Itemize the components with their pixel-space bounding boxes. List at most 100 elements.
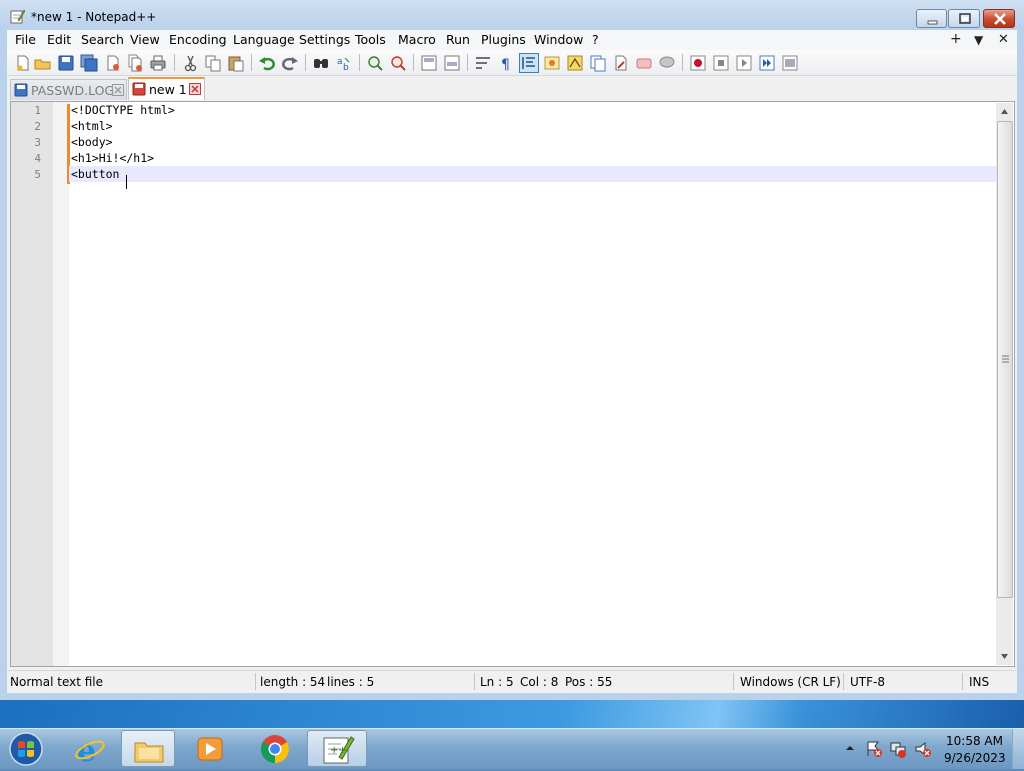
clock-date[interactable]: 9/26/2023 xyxy=(944,751,1006,765)
cut-button[interactable] xyxy=(180,53,200,73)
close-doc-button[interactable]: ✕ xyxy=(998,32,1009,47)
code-line[interactable]: <h1>Hi!</h1> xyxy=(69,150,997,166)
clock-time[interactable]: 10:58 AM xyxy=(946,734,1003,748)
toolbar-separator xyxy=(359,54,360,71)
save-all-button[interactable] xyxy=(79,53,99,73)
window-title: *new 1 - Notepad++ xyxy=(31,10,157,24)
new-tab-button[interactable]: + xyxy=(950,31,962,47)
paste-button[interactable] xyxy=(226,53,246,73)
word-wrap-button[interactable] xyxy=(473,53,493,73)
fold-margin[interactable] xyxy=(53,102,69,666)
code-line[interactable]: <body> xyxy=(69,134,997,150)
zoom-out-button[interactable] xyxy=(388,53,408,73)
tab-close-icon[interactable] xyxy=(189,83,201,95)
macro-play-button[interactable] xyxy=(734,53,754,73)
client-area: File Edit Search View Encoding Language … xyxy=(7,30,1017,693)
balloon-button[interactable] xyxy=(657,53,677,73)
menu-encoding[interactable]: Encoding xyxy=(169,32,227,48)
taskbar-chrome[interactable] xyxy=(248,730,302,767)
sync-scroll-v-icon xyxy=(421,55,437,71)
title-bar[interactable]: *new 1 - Notepad++ xyxy=(0,0,1024,32)
folder-workspace-button[interactable] xyxy=(611,53,631,73)
redo-button[interactable] xyxy=(280,53,300,73)
zoom-out-icon xyxy=(391,56,406,71)
menu-tools[interactable]: Tools xyxy=(355,32,386,48)
save-button[interactable] xyxy=(56,53,76,73)
macro-stop-button[interactable] xyxy=(711,53,731,73)
record-icon xyxy=(690,55,706,71)
scroll-down-icon[interactable] xyxy=(996,648,1013,665)
print-button[interactable] xyxy=(148,53,168,73)
action-center-icon[interactable] xyxy=(865,740,883,758)
udl-button[interactable] xyxy=(542,53,562,73)
close-all-button[interactable] xyxy=(125,53,145,73)
menu-language[interactable]: Language xyxy=(233,32,295,48)
show-desktop-button[interactable] xyxy=(1012,729,1024,769)
show-hidden-icons-icon[interactable] xyxy=(845,743,855,753)
windows-orb-icon xyxy=(9,732,43,766)
menu-search[interactable]: Search xyxy=(81,32,124,48)
menu-help[interactable]: ? xyxy=(592,32,599,48)
taskbar-internet-explorer[interactable]: e xyxy=(63,730,117,767)
menu-file[interactable]: File xyxy=(15,32,36,48)
maximize-button[interactable] xyxy=(948,9,980,28)
menu-window[interactable]: Window xyxy=(534,32,583,48)
minimize-button[interactable] xyxy=(916,9,947,28)
new-file-button[interactable] xyxy=(13,53,33,73)
editor-area[interactable]: 1 2 3 4 5 <!DOCTYPE html> <html> <body> … xyxy=(10,101,1015,667)
macro-record-button[interactable] xyxy=(688,53,708,73)
undo-button[interactable] xyxy=(257,53,277,73)
find-button[interactable] xyxy=(311,53,331,73)
status-insert-mode[interactable]: INS xyxy=(969,675,989,689)
unsaved-file-icon xyxy=(132,82,146,96)
current-code-line[interactable]: <button xyxy=(69,166,997,182)
volume-muted-icon[interactable] xyxy=(914,740,932,758)
tab-passwd-log[interactable]: PASSWD.LOG xyxy=(10,79,127,100)
close-button[interactable] xyxy=(983,9,1015,28)
start-button[interactable] xyxy=(4,730,48,768)
taskbar-notepad-plus-plus[interactable]: ++ xyxy=(307,730,367,767)
taskbar-media-player[interactable] xyxy=(183,730,237,767)
sync-vertical-button[interactable] xyxy=(419,53,439,73)
zoom-in-button[interactable] xyxy=(365,53,385,73)
scroll-thumb[interactable] xyxy=(997,121,1013,598)
status-bar: Normal text file length : 54 lines : 5 L… xyxy=(7,670,1017,692)
internet-explorer-icon: e xyxy=(75,734,105,764)
word-wrap-icon xyxy=(476,57,490,69)
menu-run[interactable]: Run xyxy=(446,32,470,48)
show-all-chars-button[interactable]: ¶ xyxy=(496,53,516,73)
replace-button[interactable]: ab xyxy=(334,53,354,73)
menu-view[interactable]: View xyxy=(130,32,160,48)
status-encoding[interactable]: UTF-8 xyxy=(850,675,885,689)
indent-guide-button[interactable] xyxy=(519,53,539,73)
status-divider xyxy=(962,673,963,690)
vertical-scrollbar[interactable] xyxy=(996,103,1013,665)
tab-close-icon[interactable] xyxy=(112,84,124,96)
sync-scroll-h-icon xyxy=(444,55,460,71)
taskbar-file-explorer[interactable] xyxy=(121,730,175,767)
status-eol[interactable]: Windows (CR LF) xyxy=(740,675,841,689)
svg-text:++: ++ xyxy=(330,745,347,756)
macro-run-multiple-button[interactable] xyxy=(757,53,777,73)
network-icon[interactable] xyxy=(889,740,907,758)
code-line[interactable]: <html> xyxy=(69,118,997,134)
menu-plugins[interactable]: Plugins xyxy=(481,32,526,48)
menu-edit[interactable]: Edit xyxy=(47,32,71,48)
code-line[interactable]: <!DOCTYPE html> xyxy=(69,102,997,118)
notepad-plus-plus-icon xyxy=(10,9,25,24)
menu-macro[interactable]: Macro xyxy=(398,32,436,48)
scissors-icon xyxy=(184,55,197,72)
doc-map-button[interactable] xyxy=(565,53,585,73)
function-list-button[interactable] xyxy=(588,53,608,73)
macro-save-button[interactable] xyxy=(780,53,800,73)
copy-button[interactable] xyxy=(203,53,223,73)
undo-icon xyxy=(259,57,275,71)
sync-horizontal-button[interactable] xyxy=(442,53,462,73)
close-button-tb[interactable] xyxy=(103,53,123,73)
tab-new-1[interactable]: new 1 xyxy=(128,77,205,100)
monitoring-button[interactable] xyxy=(634,53,654,73)
tab-list-button[interactable]: ▼ xyxy=(974,33,983,47)
menu-settings[interactable]: Settings xyxy=(299,32,350,48)
open-file-button[interactable] xyxy=(33,53,53,73)
scroll-up-icon[interactable] xyxy=(996,103,1013,120)
